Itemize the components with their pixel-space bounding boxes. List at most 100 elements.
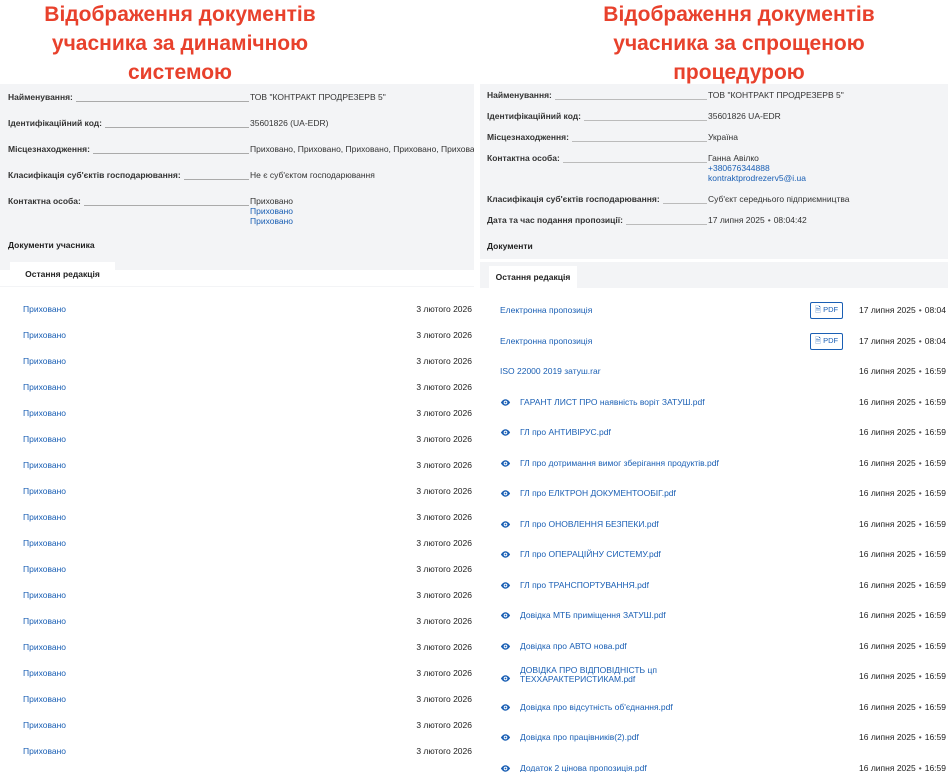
document-row: Електронна пропозиція 🗎 PDF 17 липня 2025 •… [480,332,948,350]
document-link-line[interactable]: ТЕХХАРАКТЕРИСТИКАМ.pdf [520,675,657,684]
eye-icon[interactable] [500,519,511,530]
document-link[interactable]: Електронна пропозиція [500,336,592,346]
document-date: 16 липня 2025 • 16:59 [859,732,946,742]
document-link[interactable]: Приховано [23,668,66,678]
eye-icon[interactable] [500,427,511,438]
pdf-button[interactable]: 🗎 PDF [810,302,844,319]
document-link[interactable]: Приховано [23,382,66,392]
document-row: Приховано 3 лютого 2026 [0,356,474,370]
document-date-value: 16 липня 2025 [859,671,916,681]
document-row: ГЛ про ОНОВЛЕННЯ БЕЗПЕКИ.pdf 16 липня 202… [480,519,948,533]
info-label: Ідентифікаційний код: [487,111,707,121]
eye-icon[interactable] [500,673,511,684]
document-link[interactable]: Додаток 2 цінова пропозиція.pdf [520,763,647,772]
document-link[interactable]: Приховано [23,460,66,470]
eye-icon[interactable] [500,641,511,652]
document-link[interactable]: ГЛ про ТРАНСПОРТУВАННЯ.pdf [520,580,649,590]
dot-separator: • [918,518,922,529]
document-link[interactable]: Приховано [23,434,66,444]
document-date: 3 лютого 2026 [416,512,472,522]
document-row: Довідка МТБ приміщення ЗАТУШ.pdf 16 липня… [480,610,948,624]
document-link[interactable]: Приховано [23,720,66,730]
right-doc-list: Електронна пропозиція 🗎 PDF 17 липня 2025 •… [480,288,948,772]
eye-icon[interactable] [500,610,511,621]
document-link[interactable]: Приховано [23,590,66,600]
document-time: 16:59 [924,762,946,772]
document-link[interactable]: Довідка про працівників(2).pdf [520,732,639,742]
eye-icon[interactable] [500,549,511,560]
document-date-value: 16 липня 2025 [859,640,916,651]
document-link[interactable]: ГЛ про АНТИВІРУС.pdf [520,427,611,437]
document-row: Довідка про працівників(2).pdf 16 липня 2… [480,732,948,746]
left-heading-line-2: учасника за динамічною [51,32,309,55]
document-date: 3 лютого 2026 [416,694,472,704]
document-link[interactable]: ГАРАНТ ЛИСТ ПРО наявність воріт ЗАТУШ.pd… [520,397,705,407]
document-row: ГЛ про дотримання вимог зберігання проду… [480,458,948,472]
document-time: 16:59 [924,518,946,529]
info-label: Найменування: [8,92,249,102]
document-date: 16 липня 2025 • 16:59 [859,488,946,498]
document-link[interactable]: Довідка про АВТО нова.pdf [520,641,627,651]
document-link[interactable]: Приховано [23,356,66,366]
document-date-value: 16 липня 2025 [859,488,916,498]
document-time: 16:59 [924,671,946,681]
eye-icon[interactable] [500,702,511,713]
document-row: Приховано 3 лютого 2026 [0,330,474,344]
document-link[interactable]: ДОВІДКА ПРО ВІДПОВІДНІСТЬ цп ТЕХХАРАКТЕРИ… [520,666,657,684]
info-value: Приховано, Приховано, Приховано, Прихова… [250,144,474,154]
document-link[interactable]: ГЛ про ОНОВЛЕННЯ БЕЗПЕКИ.pdf [520,519,659,529]
contact-email-link[interactable]: kontraktprodrezerv5@i.ua [708,173,806,183]
document-link[interactable]: Приховано [23,746,66,756]
tab-latest-edition[interactable]: Остання редакція [10,262,115,286]
document-link[interactable]: Довідка МТБ приміщення ЗАТУШ.pdf [520,610,666,620]
eye-icon[interactable] [500,397,511,408]
document-row: Приховано 3 лютого 2026 [0,616,474,630]
document-link[interactable]: Електронна пропозиція [500,305,592,315]
document-link[interactable]: Приховано [23,486,66,496]
document-row: Приховано 3 лютого 2026 [0,564,474,578]
document-link[interactable]: Приховано [23,512,66,522]
document-link[interactable]: Приховано [23,616,66,626]
dot-separator: • [767,215,771,225]
document-link[interactable]: Довідка про відсутність об'єднання.pdf [520,702,673,712]
document-link[interactable]: Приховано [23,694,66,704]
eye-icon[interactable] [500,458,511,469]
pdf-button[interactable]: 🗎 PDF [810,332,844,350]
contact-phone-link[interactable]: +380676344888 [708,163,806,173]
dot-separator: • [918,335,922,346]
eye-icon[interactable] [500,488,511,499]
simplified-procedure-panel: Найменування: ТОВ "КОНТРАКТ ПРОДРЕЗЕРВ 5… [480,84,948,772]
document-row: Приховано 3 лютого 2026 [0,590,474,604]
document-link[interactable]: Приховано [23,538,66,548]
document-row: ГАРАНТ ЛИСТ ПРО наявність воріт ЗАТУШ.pd… [480,397,948,411]
document-date: 16 липня 2025 • 16:59 [859,671,946,681]
info-label: Місцезнаходження: [487,132,707,142]
document-date: 16 липня 2025 • 16:59 [859,580,946,590]
document-link[interactable]: Приховано [23,330,66,340]
eye-icon[interactable] [500,763,511,772]
document-link[interactable]: ГЛ про ОПЕРАЦІЙНУ СИСТЕМУ.pdf [520,549,661,559]
document-time: 16:59 [924,488,946,498]
document-link[interactable]: ГЛ про дотримання вимог зберігання проду… [520,458,719,468]
dot-separator: • [918,305,922,315]
document-date-value: 16 липня 2025 [859,366,916,376]
document-link[interactable]: Приховано [23,304,66,314]
info-value: 35601826 UA-EDR [708,111,781,121]
document-link[interactable]: Приховано [23,642,66,652]
document-link[interactable]: Приховано [23,408,66,418]
docs-section-title: Документи [487,241,533,251]
document-row: Приховано 3 лютого 2026 [0,668,474,682]
tab-latest-edition[interactable]: Остання редакція [489,266,577,288]
document-date: 16 липня 2025 • 16:59 [859,641,946,651]
contact-phone-link[interactable]: Приховано [250,206,293,216]
document-link[interactable]: Приховано [23,564,66,574]
document-link[interactable]: ISO 22000 2019 затуш.rar [500,366,601,376]
eye-icon[interactable] [500,732,511,743]
contact-email-link[interactable]: Приховано [250,216,293,226]
submission-date: 17 липня 2025 [708,215,765,225]
right-heading-line-3: процедурою [673,61,805,84]
info-row-code: Ідентифікаційний код: 35601826 (UA-EDR) [8,118,474,128]
eye-icon[interactable] [500,580,511,591]
document-time: 16:59 [924,396,946,407]
document-link[interactable]: ГЛ про ЕЛКТРОН ДОКУМЕНТООБІГ.pdf [520,488,676,498]
